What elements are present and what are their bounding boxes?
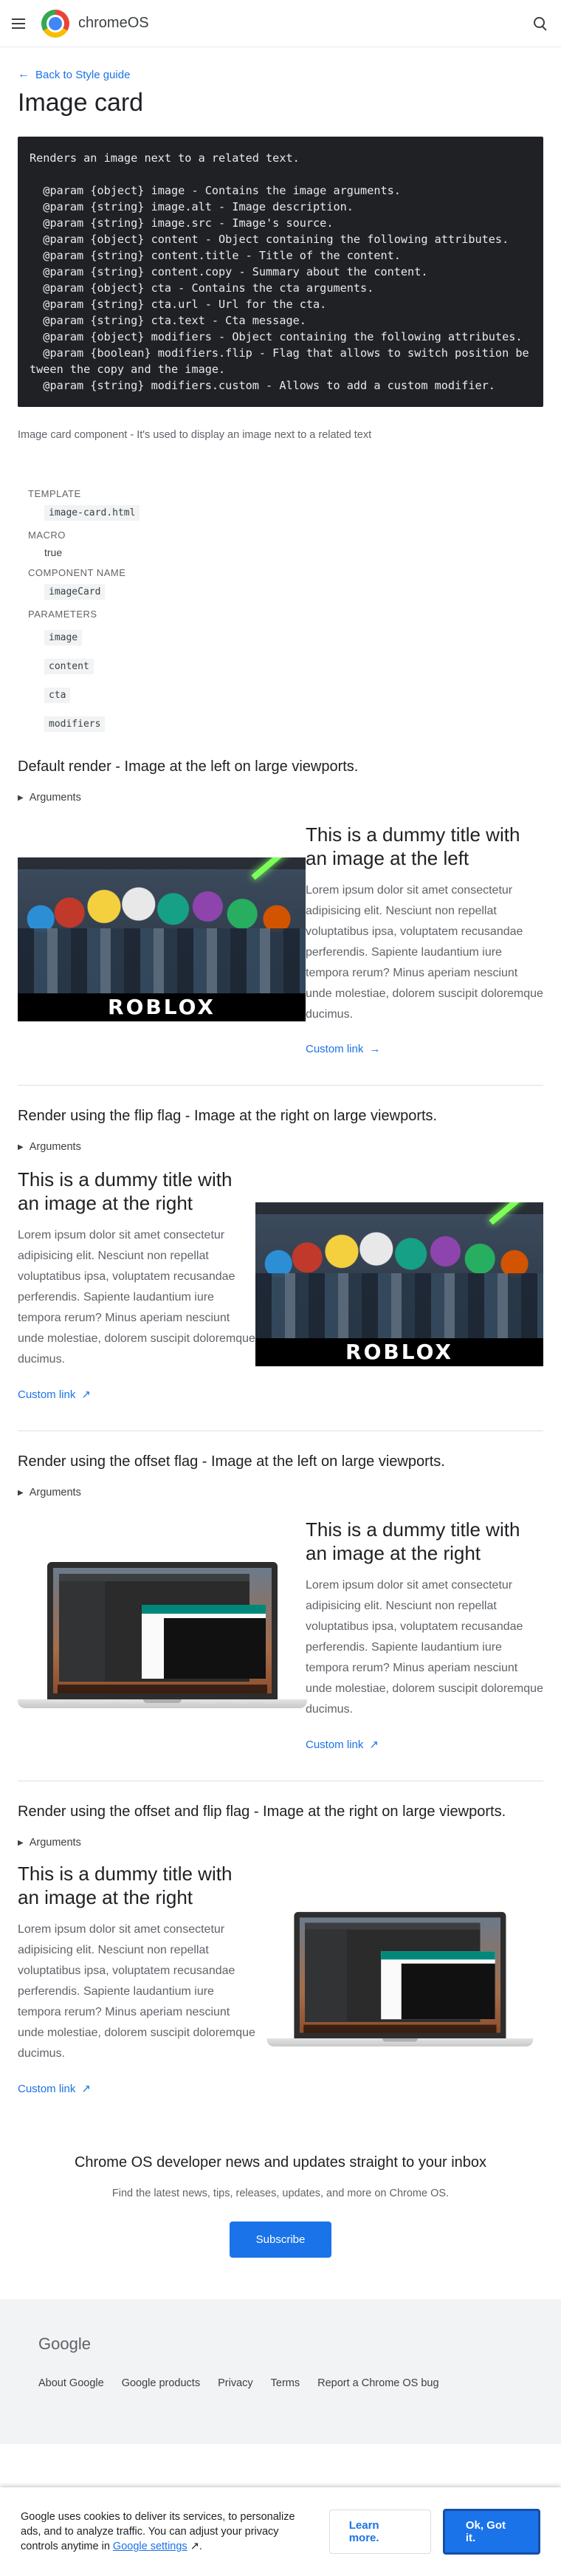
cta-label: Custom link [306, 1043, 364, 1055]
card-copy: Lorem ipsum dolor sit amet consectetur a… [18, 1923, 255, 2060]
example-title: Default render - Image at the left on la… [18, 758, 359, 775]
footer-link-report-bug[interactable]: Report a Chrome OS bug [317, 2377, 438, 2389]
google-settings-link[interactable]: Google settings [113, 2541, 187, 2552]
cta-label: Custom link [306, 1738, 364, 1751]
menu-icon[interactable] [12, 15, 30, 32]
example-title: Render using the offset flag - Image at … [18, 1453, 445, 1470]
example-offset: Render using the offset flag - Image at … [18, 1453, 543, 1781]
triangle-right-icon: ▶ [18, 793, 24, 802]
chrome-logo-icon[interactable] [41, 9, 69, 38]
card-title: This is a dummy title with an image at t… [18, 1863, 233, 1908]
triangle-right-icon: ▶ [18, 1838, 24, 1847]
card-image: ROBLOX [255, 1202, 543, 1366]
template-label: TEMPLATE [28, 488, 81, 499]
component-meta: TEMPLATE image-card.html MACRO true COMP… [18, 488, 543, 732]
external-link-icon: ↗ [190, 2541, 199, 2552]
google-logo[interactable]: Google [38, 2334, 540, 2354]
macro-label: MACRO [28, 530, 66, 541]
component-name-label: COMPONENT NAME [28, 567, 126, 578]
footer-links: About Google Google products Privacy Ter… [38, 2377, 540, 2389]
external-link-icon: ↗ [81, 2083, 91, 2095]
newsletter-subtitle: Find the latest news, tips, releases, up… [111, 2188, 450, 2199]
image-card: This is a dummy title with an image at t… [18, 1862, 543, 2095]
template-value: image-card.html [44, 505, 140, 521]
card-image-laptop [18, 1546, 307, 1723]
top-app-bar: chromeOS [0, 0, 561, 47]
newsletter: Chrome OS developer news and updates str… [18, 2154, 543, 2299]
arguments-label: Arguments [29, 1141, 81, 1153]
image-card: This is a dummy title with an image at t… [18, 1168, 543, 1401]
external-link-icon: ↗ [81, 1388, 91, 1401]
example-title: Render using the offset and flip flag - … [18, 1803, 506, 1820]
card-cta-link[interactable]: Custom link → [306, 1043, 543, 1055]
arguments-label: Arguments [29, 792, 81, 804]
image-logo-text: ROBLOX [255, 1338, 543, 1366]
main-content: ← Back to Style guide Image card Renders… [0, 68, 561, 2299]
triangle-right-icon: ▶ [18, 1488, 24, 1497]
newsletter-title: Chrome OS developer news and updates str… [74, 2154, 487, 2171]
example-title: Render using the flip flag - Image at th… [18, 1108, 438, 1124]
cookie-message: Google uses cookies to deliver its servi… [21, 2511, 295, 2552]
card-cta-link[interactable]: Custom link ↗ [18, 2082, 255, 2096]
macro-value: true [44, 547, 63, 558]
arguments-toggle[interactable]: ▶ Arguments [18, 792, 543, 804]
brand-name[interactable]: chromeOS [78, 15, 149, 32]
arguments-label: Arguments [29, 1487, 81, 1498]
page-title: Image card [18, 89, 144, 117]
card-image: ROBLOX [18, 857, 306, 1021]
learn-more-button[interactable]: Learn more. [328, 2510, 431, 2554]
footer: Google About Google Google products Priv… [0, 2299, 561, 2444]
arrow-right-icon: → [369, 1043, 381, 1055]
external-link-icon: ↗ [369, 1739, 379, 1751]
card-cta-link[interactable]: Custom link ↗ [18, 1388, 255, 1402]
card-title: This is a dummy title with an image at t… [18, 1168, 233, 1214]
arguments-toggle[interactable]: ▶ Arguments [18, 1141, 543, 1153]
parameter-item: content [44, 659, 94, 674]
card-copy: Lorem ipsum dolor sit amet consectetur a… [306, 884, 543, 1021]
image-card: This is a dummy title with an image at t… [18, 1518, 543, 1751]
cta-label: Custom link [18, 1388, 76, 1401]
code-block: Renders an image next to a related text.… [18, 137, 543, 407]
subscribe-button[interactable]: Subscribe [229, 2222, 332, 2258]
footer-link-privacy[interactable]: Privacy [218, 2377, 253, 2389]
footer-link-products[interactable]: Google products [122, 2377, 200, 2389]
arrow-left-icon: ← [18, 68, 30, 80]
arguments-label: Arguments [29, 1837, 81, 1849]
back-link[interactable]: ← Back to Style guide [18, 68, 543, 81]
search-icon[interactable] [531, 15, 549, 32]
component-name-value: imageCard [44, 584, 106, 600]
footer-link-terms[interactable]: Terms [271, 2377, 300, 2389]
example-default: Default render - Image at the left on la… [18, 758, 543, 1086]
card-title: This is a dummy title with an image at t… [306, 823, 520, 869]
back-link-label: Back to Style guide [35, 68, 131, 81]
image-logo-text: ROBLOX [18, 993, 306, 1021]
card-title: This is a dummy title with an image at t… [306, 1518, 520, 1564]
cta-label: Custom link [18, 2082, 76, 2095]
example-offset-flip: Render using the offset and flip flag - … [18, 1803, 543, 2125]
ok-got-it-button[interactable]: Ok, Got it. [442, 2509, 540, 2555]
example-flip: Render using the flip flag - Image at th… [18, 1108, 543, 1431]
component-description: Image card component - It's used to disp… [18, 429, 372, 441]
cookie-banner: Google uses cookies to deliver its servi… [0, 2487, 561, 2576]
card-cta-link[interactable]: Custom link ↗ [306, 1738, 543, 1752]
card-image-laptop [266, 1897, 534, 2061]
parameter-item: image [44, 630, 83, 645]
arguments-toggle[interactable]: ▶ Arguments [18, 1487, 543, 1498]
arguments-toggle[interactable]: ▶ Arguments [18, 1837, 543, 1849]
triangle-right-icon: ▶ [18, 1143, 24, 1151]
footer-link-about[interactable]: About Google [38, 2377, 104, 2389]
parameters-label: PARAMETERS [28, 609, 97, 620]
parameter-item: cta [44, 688, 71, 703]
card-copy: Lorem ipsum dolor sit amet consectetur a… [18, 1229, 255, 1366]
image-card: ROBLOX This is a dummy title with an ima… [18, 823, 543, 1055]
card-copy: Lorem ipsum dolor sit amet consectetur a… [306, 1579, 543, 1716]
parameters-list: image content cta modifiers [28, 630, 543, 732]
parameter-item: modifiers [44, 716, 106, 732]
